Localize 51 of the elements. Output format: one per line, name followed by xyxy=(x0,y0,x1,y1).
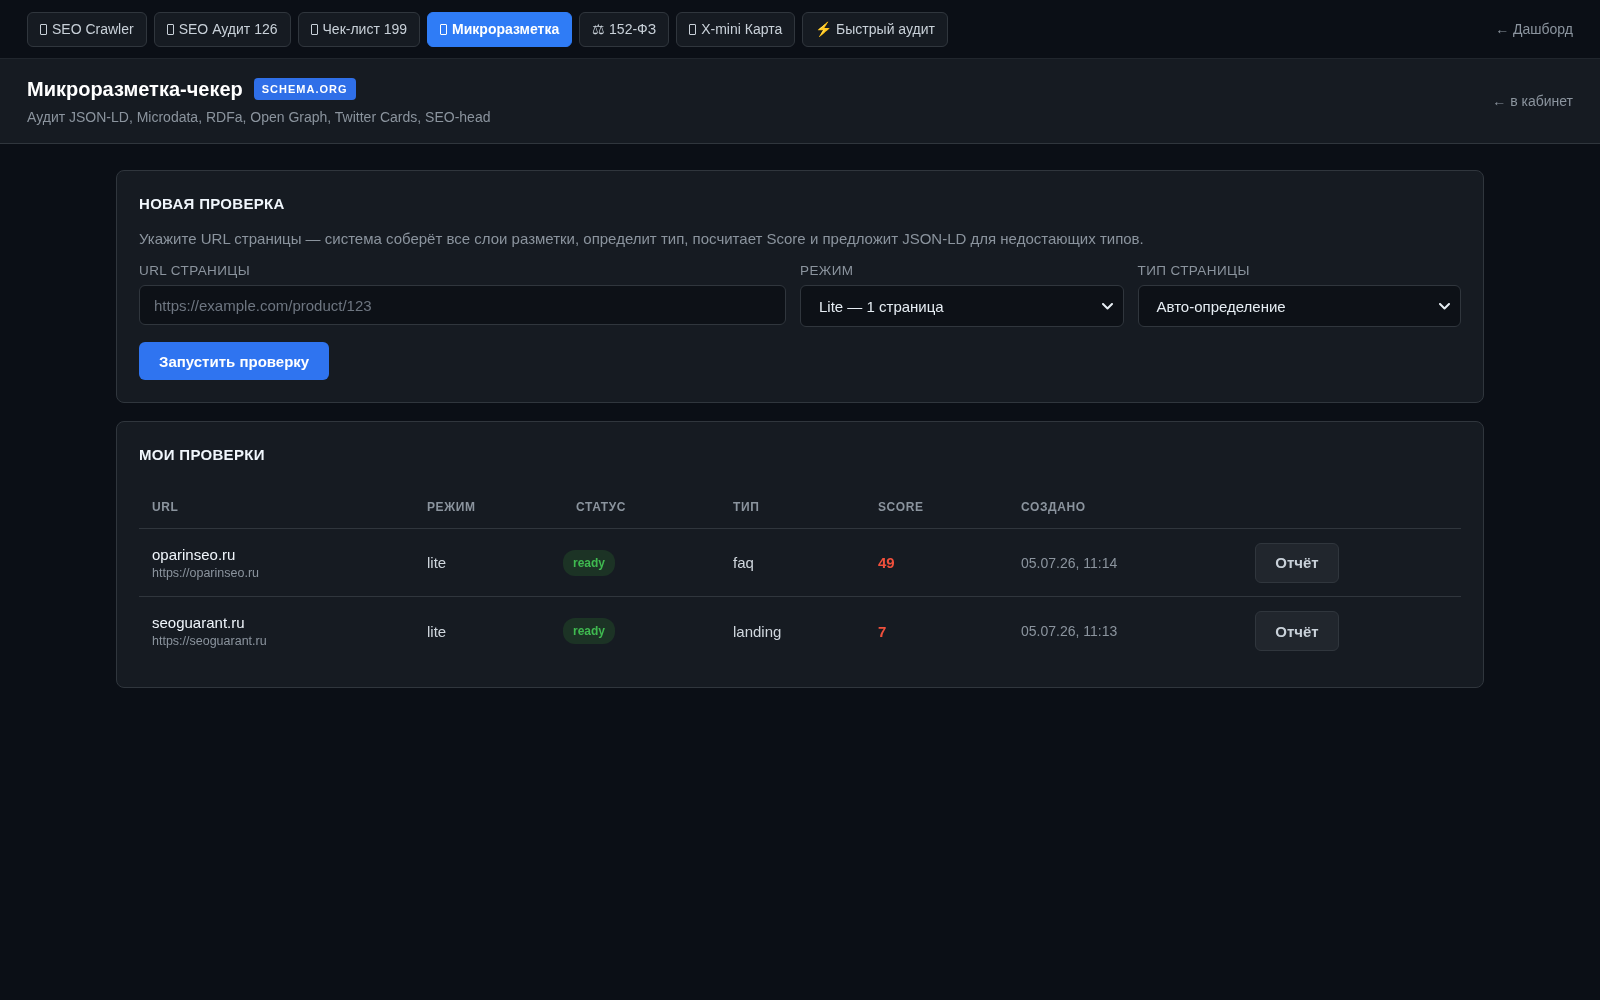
chevron-down-icon xyxy=(1101,302,1113,310)
card-title: МОИ ПРОВЕРКИ xyxy=(139,446,266,463)
created-date: 05.07.26, 11:14 xyxy=(1021,554,1118,571)
column-header: SCORE xyxy=(877,499,925,514)
field-label: ТИП СТРАНИЦЫ xyxy=(1137,263,1251,278)
run-check-button[interactable]: Запустить проверку xyxy=(139,342,330,380)
nav-tab[interactable]: Микроразметка xyxy=(427,11,573,47)
type-text: faq xyxy=(733,554,754,571)
report-button[interactable]: Отчёт xyxy=(1255,542,1339,583)
schema-badge: SCHEMA.ORG xyxy=(253,78,356,100)
dropdown-select[interactable]: Авто-определение xyxy=(1137,285,1461,327)
dropdown-select[interactable]: Lite — 1 страница xyxy=(800,285,1124,327)
column-header: РЕЖИМ xyxy=(426,499,477,514)
card-description: Укажите URL страницы — система соберёт все слои разметки, определит тип, посчитает Score и предложит JSON-LD для недостающих типов. xyxy=(139,230,1145,247)
missing-glyph-icon xyxy=(689,23,697,35)
column-header: СТАТУС xyxy=(575,499,628,514)
domain-text: oparinseo.ru xyxy=(152,545,236,563)
cabinet-link[interactable]: ← в кабинет xyxy=(1492,93,1573,109)
domain-text: seoguarant.ru xyxy=(152,614,245,631)
mode-text: lite xyxy=(427,622,447,640)
missing-glyph-icon xyxy=(40,23,47,35)
status-badge: ready xyxy=(563,549,616,576)
column-header: ТИП xyxy=(732,499,761,514)
missing-glyph-icon xyxy=(310,23,318,35)
nav-tab[interactable]: ⚡ Быстрый аудит xyxy=(802,11,948,47)
nav-tab[interactable]: SEO Аудит 126 xyxy=(153,11,291,47)
missing-glyph-icon xyxy=(166,23,174,35)
card-title: НОВАЯ ПРОВЕРКА xyxy=(139,195,286,212)
type-text: landing xyxy=(733,622,782,640)
score-value: 7 xyxy=(878,622,887,640)
nav-tab[interactable]: ⚖ 152-ФЗ xyxy=(579,11,670,47)
nav-tab[interactable]: X-mini Карта xyxy=(676,11,796,47)
url-text: https://oparinseo.ru xyxy=(152,565,259,580)
created-date: 05.07.26, 11:13 xyxy=(1021,623,1118,639)
score-value: 49 xyxy=(878,554,895,571)
mode-text: lite xyxy=(427,554,447,571)
page-title: Микроразметка-чекер xyxy=(27,77,243,101)
url-input[interactable]: https://example.com/product/123 xyxy=(139,285,786,325)
field-label: РЕЖИМ xyxy=(800,263,855,278)
missing-glyph-icon xyxy=(440,23,448,35)
page-subtitle: Аудит JSON-LD, Microdata, RDFa, Open Graph, Twitter Cards, SEO-head xyxy=(27,108,491,125)
status-badge: ready xyxy=(563,618,616,644)
nav-tab[interactable]: SEO Crawler xyxy=(27,11,147,47)
report-button[interactable]: Отчёт xyxy=(1255,611,1339,651)
chevron-down-icon xyxy=(1439,302,1450,310)
column-header: СОЗДАНО xyxy=(1020,499,1087,514)
url-text: https://seoguarant.ru xyxy=(152,634,267,648)
dashboard-link[interactable]: ← Дашборд xyxy=(1495,21,1573,37)
field-label: URL СТРАНИЦЫ xyxy=(139,263,252,278)
column-header: URL xyxy=(151,499,180,514)
nav-tab[interactable]: Чек-лист 199 xyxy=(297,11,421,47)
